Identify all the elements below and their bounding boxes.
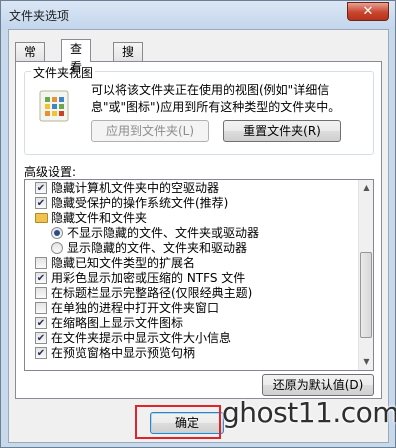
scroll-up-arrow-icon[interactable]: ▲ (359, 180, 373, 196)
setting-label: 隐藏受保护的操作系统文件(推荐) (51, 196, 229, 210)
scrollbar-thumb[interactable] (360, 252, 372, 338)
setting-label: 不显示隐藏的文件、文件夹或驱动器 (67, 226, 260, 240)
close-button[interactable]: ✕ (347, 2, 389, 21)
checkbox-preview-handlers[interactable]: ✔ (35, 347, 47, 359)
checkbox-color-ntfs[interactable]: ✔ (35, 272, 47, 284)
checkbox-full-path-title[interactable] (35, 287, 47, 299)
folder-icon (35, 213, 48, 223)
setting-label: 隐藏已知文件类型的扩展名 (51, 256, 196, 270)
tab-view[interactable]: 查看 (61, 39, 92, 74)
radio-dont-show-hidden[interactable] (51, 227, 63, 239)
setting-label: 在缩略图上显示文件图标 (51, 316, 184, 330)
view-tab-panel: 文件夹视图 可以将该文件夹正在使用的视图(例如"详细信息"或"图标")应用到所有… (15, 61, 382, 399)
folder-views-description: 可以将该文件夹正在使用的视图(例如"详细信息"或"图标")应用到所有这种类型的文… (91, 83, 341, 114)
folder-views-label: 文件夹视图 (31, 64, 96, 81)
checkbox-folder-size-tips[interactable]: ✔ (35, 332, 47, 344)
window-title: 文件夹选项 (9, 9, 70, 23)
apply-to-folders-button[interactable]: 应用到文件夹(L) (91, 120, 209, 142)
setting-label: 在预览窗格中显示预览句柄 (51, 346, 196, 360)
watermark-text: ghost11.com (222, 396, 396, 429)
checkbox-hide-extensions[interactable] (35, 257, 47, 269)
radio-show-hidden[interactable] (51, 242, 63, 254)
tab-general[interactable]: 常规 (15, 42, 46, 77)
advanced-settings-label: 高级设置: (24, 165, 77, 179)
scroll-down-arrow-icon[interactable]: ▼ (359, 354, 373, 370)
checkbox-hide-empty-drives[interactable]: ✔ (35, 182, 47, 194)
setting-label: 用彩色显示加密或压缩的 NTFS 文件 (51, 271, 246, 285)
advanced-settings-list: ✔ 隐藏计算机文件夹中的空驱动器 ✔ 隐藏受保护的操作系统文件(推荐) 隐藏文件… (24, 179, 374, 371)
setting-group-label: 隐藏文件和文件夹 (51, 211, 148, 225)
folder-view-icon (37, 88, 73, 124)
setting-label: 显示隐藏的文件、文件夹和驱动器 (67, 241, 248, 255)
folder-views-group: 文件夹视图 可以将该文件夹正在使用的视图(例如"详细信息"或"图标")应用到所有… (24, 64, 374, 155)
folder-options-dialog: 文件夹选项 ✕ 常规 查看 搜索 文件夹视图 (0, 0, 396, 448)
advanced-list-scrollbar[interactable]: ▲ ▼ (358, 180, 373, 370)
annotation-highlight-box (135, 405, 221, 439)
reset-folders-button[interactable]: 重置文件夹(R) (223, 120, 341, 142)
setting-label: 隐藏计算机文件夹中的空驱动器 (51, 181, 220, 195)
setting-label: 在单独的进程中打开文件夹窗口 (51, 301, 220, 315)
checkbox-hide-protected-files[interactable]: ✔ (35, 197, 47, 209)
tab-search[interactable]: 搜索 (113, 42, 144, 77)
restore-defaults-button[interactable]: 还原为默认值(D) (262, 374, 374, 396)
checkbox-separate-process[interactable] (35, 302, 47, 314)
dialog-body: 常规 查看 搜索 文件夹视图 (8, 29, 389, 443)
setting-label: 在标题栏显示完整路径(仅限经典主题) (51, 286, 253, 300)
setting-label: 在文件夹提示中显示文件大小信息 (51, 331, 232, 345)
title-bar[interactable]: 文件夹选项 ✕ (1, 1, 395, 29)
checkbox-thumbnail-icons[interactable]: ✔ (35, 317, 47, 329)
